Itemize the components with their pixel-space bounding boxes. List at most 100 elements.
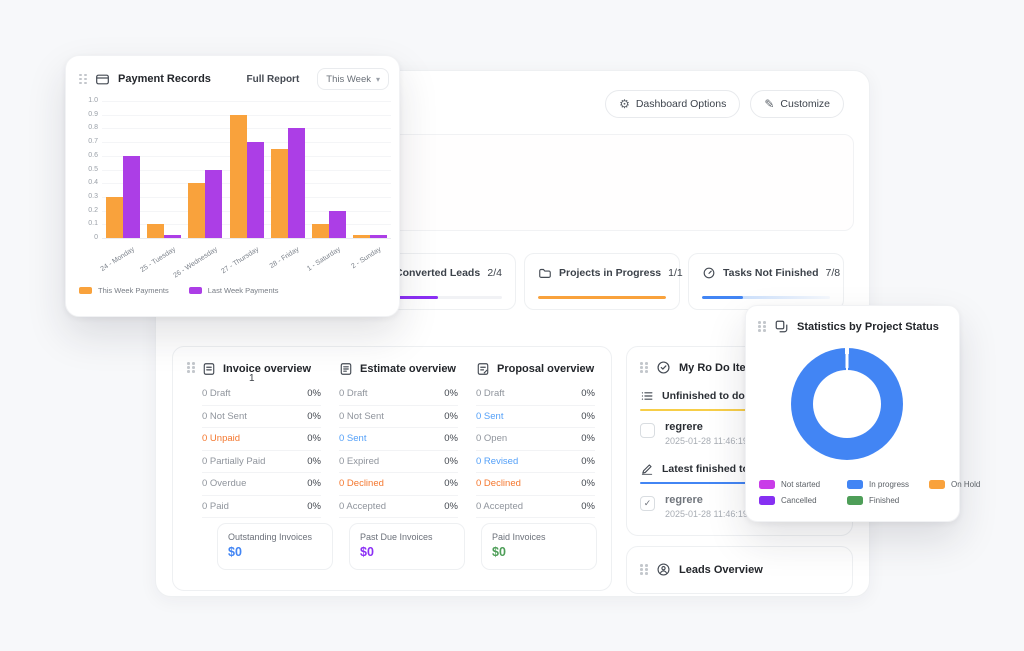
payment-records-card: Payment Records Full Report This Week ▾ … bbox=[65, 55, 400, 317]
drag-handle-icon[interactable] bbox=[640, 564, 648, 575]
customize-label: Customize bbox=[780, 98, 830, 110]
summary-value: $0 bbox=[492, 545, 586, 559]
x-axis-tick-label: 27 - Thursday bbox=[220, 246, 260, 275]
y-axis-tick-label: 0.6 bbox=[76, 152, 98, 159]
donut-hole bbox=[813, 370, 881, 438]
bar-last-week bbox=[205, 170, 222, 239]
checkbox-unchecked[interactable] bbox=[640, 423, 655, 438]
bar-this-week bbox=[106, 197, 123, 238]
legend-item: This Week Payments bbox=[79, 286, 169, 295]
progress-track bbox=[538, 296, 666, 299]
overview-row-value: 0% bbox=[444, 433, 458, 444]
checkbox-checked[interactable]: ✓ bbox=[640, 496, 655, 511]
drag-handle-icon[interactable] bbox=[187, 362, 195, 373]
drag-handle-icon[interactable] bbox=[640, 362, 648, 373]
overview-row-value: 0% bbox=[307, 456, 321, 467]
overview-row-label: 0 Declined bbox=[476, 478, 521, 489]
overview-column-header: Invoice overview bbox=[202, 358, 321, 380]
todo-item-text: regrere bbox=[665, 494, 748, 506]
folder-icon bbox=[538, 266, 552, 280]
stat-value: 7/8 bbox=[826, 267, 841, 279]
drag-handle-icon[interactable] bbox=[758, 321, 766, 332]
legend-item: In progress bbox=[847, 480, 929, 489]
status-card-title: Statistics by Project Status bbox=[797, 321, 939, 333]
stat-value: 2/4 bbox=[487, 267, 502, 279]
overview-row: 0 Accepted0% bbox=[339, 496, 458, 519]
overview-column-header: Proposal overview bbox=[476, 358, 595, 380]
customize-button[interactable]: ✎ Customize bbox=[750, 90, 844, 118]
leads-card-title: Leads Overview bbox=[679, 564, 763, 576]
overview-row-value: 0% bbox=[581, 478, 595, 489]
period-selector-dropdown[interactable]: This Week ▾ bbox=[317, 68, 389, 90]
x-axis-tick-label: 25 - Tuesday bbox=[139, 246, 177, 274]
progress-fill bbox=[538, 296, 666, 299]
list-icon bbox=[640, 389, 654, 403]
full-report-link[interactable]: Full Report bbox=[247, 74, 300, 85]
payment-card-icon bbox=[95, 72, 110, 87]
todo-section-title: Unfinished to do's bbox=[662, 390, 753, 402]
overview-row-label: 0 Declined bbox=[339, 478, 384, 489]
drag-handle-icon[interactable] bbox=[79, 74, 87, 85]
overview-row-label: 0 Draft bbox=[339, 388, 368, 399]
y-axis-tick-label: 1.0 bbox=[76, 97, 98, 104]
bar-this-week bbox=[353, 235, 370, 238]
overview-row-label: 0 Sent bbox=[339, 433, 366, 444]
stat-label: Tasks Not Finished bbox=[723, 267, 819, 279]
payments-bar-chart: 1.00.90.80.70.60.50.40.30.20.1024 - Mond… bbox=[102, 101, 391, 238]
legend-swatch bbox=[847, 480, 863, 489]
legend-swatch bbox=[79, 287, 92, 294]
overview-row: 0 Revised0% bbox=[476, 451, 595, 474]
todo-item-body: regrere2025-01-28 11:46:19 bbox=[665, 494, 748, 519]
overview-row-value: 0% bbox=[444, 478, 458, 489]
dashboard-options-button[interactable]: ⚙ Dashboard Options bbox=[605, 90, 740, 118]
legend-label: In progress bbox=[869, 480, 909, 489]
overview-row-label: 0 Accepted bbox=[339, 501, 386, 512]
stat-card-tasks-not-finished[interactable]: Tasks Not Finished 7/8 bbox=[688, 253, 844, 310]
overview-column-title: Estimate overview bbox=[360, 363, 456, 375]
overview-row: 0 Paid0% bbox=[202, 496, 321, 519]
summary-label: Past Due Invoices bbox=[360, 532, 454, 542]
y-axis-tick-label: 0.3 bbox=[76, 193, 98, 200]
x-axis-tick-label: 28 - Friday bbox=[268, 246, 300, 270]
stat-label: Converted Leads bbox=[395, 267, 480, 279]
leads-overview-card: Leads Overview bbox=[626, 546, 853, 594]
overview-row-label: 0 Draft bbox=[476, 388, 505, 399]
overview-row-label: 0 Not Sent bbox=[202, 411, 247, 422]
overview-columns: Invoice overview0 Draft0%0 Not Sent0%0 U… bbox=[202, 358, 595, 518]
past-due-invoices-box: Past Due Invoices $0 bbox=[349, 523, 465, 570]
person-icon bbox=[656, 562, 671, 577]
overview-row: 0 Draft0% bbox=[339, 383, 458, 406]
legend-item: Last Week Payments bbox=[189, 286, 279, 295]
overview-row-label: 0 Revised bbox=[476, 456, 518, 467]
overview-row: 0 Declined 0% bbox=[339, 473, 458, 496]
legend-swatch bbox=[759, 480, 775, 489]
y-axis-tick-label: 0.2 bbox=[76, 207, 98, 214]
overview-row-value: 0% bbox=[307, 501, 321, 512]
bar-this-week bbox=[271, 149, 288, 238]
pencil-icon bbox=[640, 462, 654, 476]
overview-row-value: 0% bbox=[307, 433, 321, 444]
todo-item-body: regrere2025-01-28 11:46:19 bbox=[665, 421, 748, 446]
summary-label: Outstanding Invoices bbox=[228, 532, 322, 542]
x-axis-tick-label: 26 - Wednesday bbox=[173, 246, 219, 280]
legend-label: On Hold bbox=[951, 480, 980, 489]
check-circle-icon bbox=[656, 360, 671, 375]
stat-label: Projects in Progress bbox=[559, 267, 661, 279]
payment-card-title: Payment Records bbox=[118, 73, 211, 85]
overviews-card: Invoice overview0 Draft0%0 Not Sent0%0 U… bbox=[172, 346, 612, 591]
overview-row-value: 0% bbox=[307, 388, 321, 399]
legend-swatch bbox=[847, 496, 863, 505]
pencil-icon: ✎ bbox=[764, 98, 774, 110]
overview-row: 0 Draft0% bbox=[202, 383, 321, 406]
overview-row: 0 Open0% bbox=[476, 428, 595, 451]
bar-last-week bbox=[370, 235, 387, 238]
bar-last-week bbox=[123, 156, 140, 238]
period-selector-value: This Week bbox=[326, 74, 371, 85]
x-axis-tick-label: 2 - Sunday bbox=[351, 246, 383, 270]
stat-card-projects-in-progress[interactable]: Projects in Progress 1/1 bbox=[524, 253, 680, 310]
proposal-icon bbox=[476, 362, 490, 376]
overview-row: 0 Expired0% bbox=[339, 451, 458, 474]
y-axis-tick-label: 0 bbox=[76, 234, 98, 241]
dashboard-options-label: Dashboard Options bbox=[636, 98, 726, 110]
legend-label: Finished bbox=[869, 496, 899, 505]
